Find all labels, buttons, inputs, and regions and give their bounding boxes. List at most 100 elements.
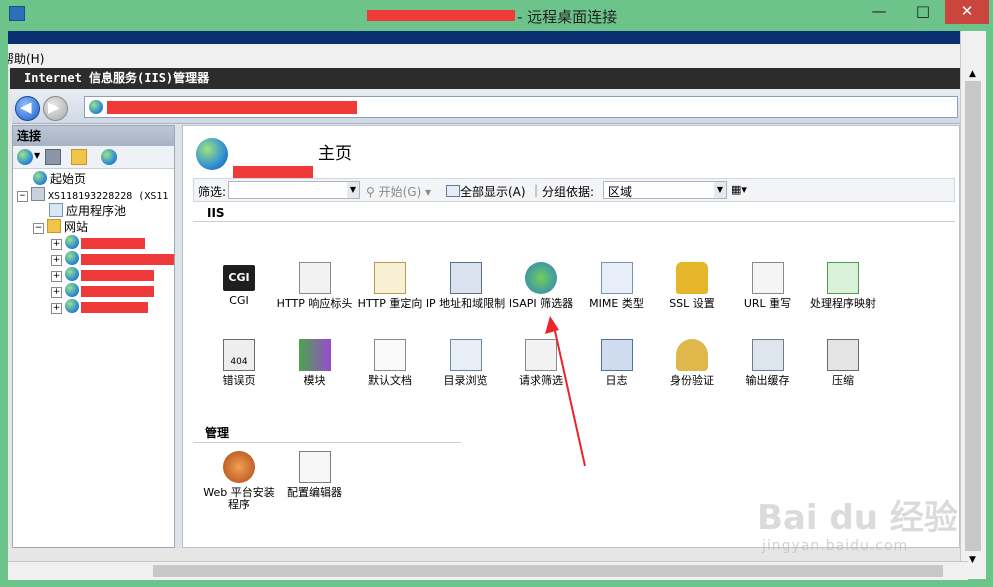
forward-button[interactable]: ▶ [43, 96, 68, 121]
tree-label: 应用程序池 [66, 204, 127, 218]
feature-logging[interactable]: 日志 [577, 339, 657, 387]
feature-request-filtering[interactable]: 请求筛选 [501, 339, 581, 387]
site-redaction [81, 286, 154, 297]
feature-label: HTTP 重定向 [357, 297, 423, 310]
feature-label: 身份验证 [670, 374, 714, 387]
feature-output-caching[interactable]: 输出缓存 [728, 339, 808, 387]
expand-icon[interactable]: + [51, 303, 62, 314]
feature-mime-types[interactable]: MIME 类型 [577, 262, 657, 310]
view-toggle-icon[interactable]: ▦▾ [731, 183, 747, 196]
watermark-url: jingyan.baidu.com [762, 538, 909, 554]
start-button[interactable]: ⚲ 开始(G) ▾ [366, 183, 431, 200]
web-platform-installer-icon [223, 451, 255, 483]
tree-label: XS118193228228 (XS11 [48, 191, 169, 202]
expand-icon[interactable]: + [51, 239, 62, 250]
group-by-select[interactable]: 区域 ▼ [603, 181, 727, 199]
feature-label: IP 地址和域限制 [425, 297, 506, 310]
tree-sites[interactable]: − 网站 [33, 219, 88, 235]
tree-site-5[interactable]: + [51, 299, 82, 315]
back-button[interactable]: ◀ [15, 96, 40, 121]
feature-ssl-settings[interactable]: SSL 设置 [652, 262, 732, 310]
tree-app-pools[interactable]: 应用程序池 [49, 203, 126, 219]
feature-label: 错误页 [222, 374, 256, 387]
feature-label: 处理程序映射 [810, 297, 876, 310]
default-document-icon [374, 339, 406, 371]
feature-default-document[interactable]: 默认文档 [350, 339, 430, 387]
dropdown-arrow-icon[interactable]: ▼ [347, 182, 359, 198]
section-iis-header: IIS [207, 206, 225, 220]
feature-label: HTTP 响应标头 [276, 297, 353, 310]
scroll-up-icon[interactable]: ▲ [969, 69, 976, 79]
feature-modules[interactable]: 模块 [275, 339, 355, 387]
address-field[interactable] [84, 96, 958, 118]
feature-configuration-editor[interactable]: 配置编辑器 [275, 451, 355, 499]
tree-start-page[interactable]: 起始页 [33, 171, 86, 187]
expand-icon[interactable]: + [51, 287, 62, 298]
server-home-globe-icon [196, 138, 228, 170]
feature-ip-domain-restrictions[interactable]: IP 地址和域限制 [426, 262, 506, 310]
mime-types-icon [600, 262, 633, 294]
address-bar: ◀ ▶ [12, 90, 960, 124]
expand-icon[interactable]: + [51, 271, 62, 282]
baidu-watermark: Bai du 经验 [757, 498, 958, 538]
title-redaction [367, 10, 515, 21]
request-filtering-icon [525, 339, 557, 371]
scroll-down-icon[interactable]: ▼ [969, 555, 976, 565]
feature-http-response-headers[interactable]: HTTP 响应标头 [275, 262, 355, 310]
connect-icon[interactable] [17, 149, 33, 165]
dropdown-arrow-icon[interactable]: ▼ [34, 151, 40, 160]
close-button[interactable]: ✕ [945, 0, 989, 24]
output-caching-icon [751, 339, 784, 371]
up-folder-icon[interactable] [71, 149, 87, 165]
feature-label: 配置编辑器 [287, 486, 342, 499]
dropdown-arrow-icon[interactable]: ▼ [714, 182, 726, 198]
pane-splitter[interactable] [175, 125, 182, 548]
collapse-icon[interactable]: − [17, 191, 28, 202]
feature-label: Web 平台安装程序 [203, 486, 275, 511]
feature-web-platform-installer[interactable]: Web 平台安装程序 [199, 451, 279, 511]
site-redaction [81, 270, 154, 281]
feature-compression[interactable]: 压缩 [803, 339, 883, 387]
menu-help[interactable]: 帮助(H) [8, 50, 44, 67]
site-redaction [81, 254, 174, 265]
feature-url-rewrite[interactable]: URL 重写 [728, 262, 808, 310]
tree-site-3[interactable]: + [51, 267, 82, 283]
feature-cgi[interactable]: CGI CGI [199, 262, 279, 307]
feature-error-pages[interactable]: 404 错误页 [199, 339, 279, 387]
filter-input[interactable]: ▼ [228, 181, 360, 199]
address-redaction [107, 101, 357, 114]
feature-isapi-filters[interactable]: ISAPI 筛选器 [501, 262, 581, 310]
feature-directory-browsing[interactable]: 目录浏览 [426, 339, 506, 387]
feature-label: CGI [229, 294, 249, 307]
feature-http-redirect[interactable]: HTTP 重定向 [350, 262, 430, 310]
tree-site-1[interactable]: + [51, 235, 82, 251]
feature-handler-mappings[interactable]: 处理程序映射 [803, 262, 883, 310]
scroll-thumb[interactable] [965, 81, 981, 551]
collapse-icon[interactable]: − [33, 223, 44, 234]
scroll-thumb[interactable] [153, 565, 943, 577]
show-all-button[interactable]: 全部显示(A) [446, 183, 526, 200]
expand-icon[interactable]: + [51, 255, 62, 266]
feature-label: 输出缓存 [745, 374, 790, 387]
tree-site-4[interactable]: + [51, 283, 82, 299]
rdp-titlebar: - 远程桌面连接 — □ ✕ [0, 0, 993, 31]
show-all-icon [446, 185, 460, 197]
configuration-editor-icon [298, 451, 331, 483]
feature-label: 默认文档 [368, 374, 412, 387]
directory-browsing-icon [449, 339, 482, 371]
maximize-button[interactable]: □ [901, 0, 945, 24]
filter-bar: 筛选: ▼ ⚲ 开始(G) ▾ 全部显示(A) | 分组依据: 区域 ▼ ▦▾ [193, 178, 955, 202]
error-pages-icon: 404 [223, 339, 255, 371]
horizontal-scrollbar[interactable] [8, 561, 968, 580]
handler-mappings-icon [827, 262, 859, 294]
tree-site-2[interactable]: + [51, 251, 82, 267]
disconnect-icon[interactable] [101, 149, 117, 165]
connections-header: 连接 [13, 126, 174, 146]
section-divider [193, 221, 955, 222]
feature-authentication[interactable]: 身份验证 [652, 339, 732, 387]
minimize-button[interactable]: — [857, 0, 901, 24]
tree-server[interactable]: − XS118193228228 (XS11 [17, 187, 168, 203]
site-redaction [81, 238, 145, 249]
vertical-scrollbar[interactable]: ▲ ▼ [960, 31, 986, 579]
save-icon[interactable] [45, 149, 61, 165]
